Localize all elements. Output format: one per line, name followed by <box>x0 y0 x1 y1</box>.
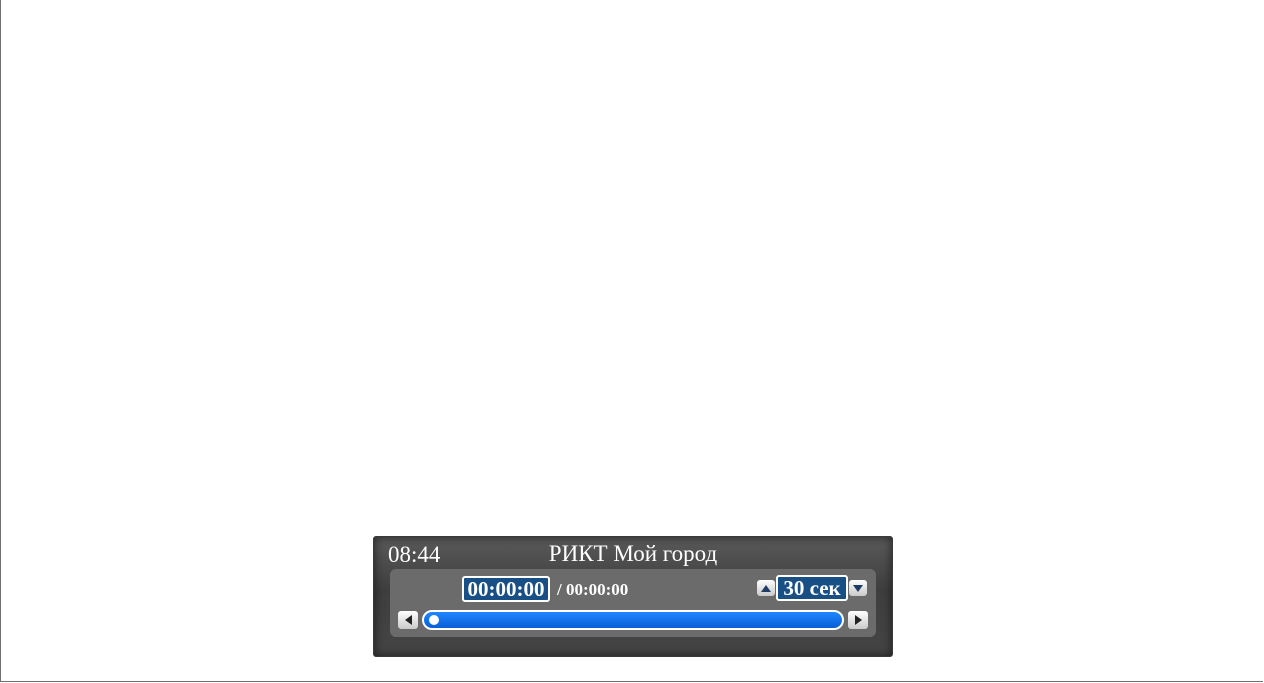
seek-forward-button[interactable] <box>847 610 869 630</box>
media-player-bar: 08:44 РИКТ Мой город 00:00:00 / 00:00:00… <box>373 536 893 657</box>
triangle-right-icon <box>854 615 862 625</box>
total-duration: / 00:00:00 <box>557 580 629 599</box>
control-panel: 00:00:00 / 00:00:00 30 сек <box>390 569 876 637</box>
progress-slider[interactable] <box>422 610 844 630</box>
step-decrease-button[interactable] <box>848 579 868 597</box>
channel-title: РИКТ Мой город <box>548 541 718 566</box>
seek-back-button[interactable] <box>397 610 419 630</box>
triangle-up-icon <box>761 584 771 592</box>
seek-step-field[interactable]: 30 сек <box>776 575 848 601</box>
step-increase-button[interactable] <box>756 579 776 597</box>
triangle-down-icon <box>853 584 863 592</box>
current-position-field[interactable]: 00:00:00 <box>462 576 550 602</box>
progress-slider-thumb[interactable] <box>429 615 439 625</box>
triangle-left-icon <box>404 615 412 625</box>
